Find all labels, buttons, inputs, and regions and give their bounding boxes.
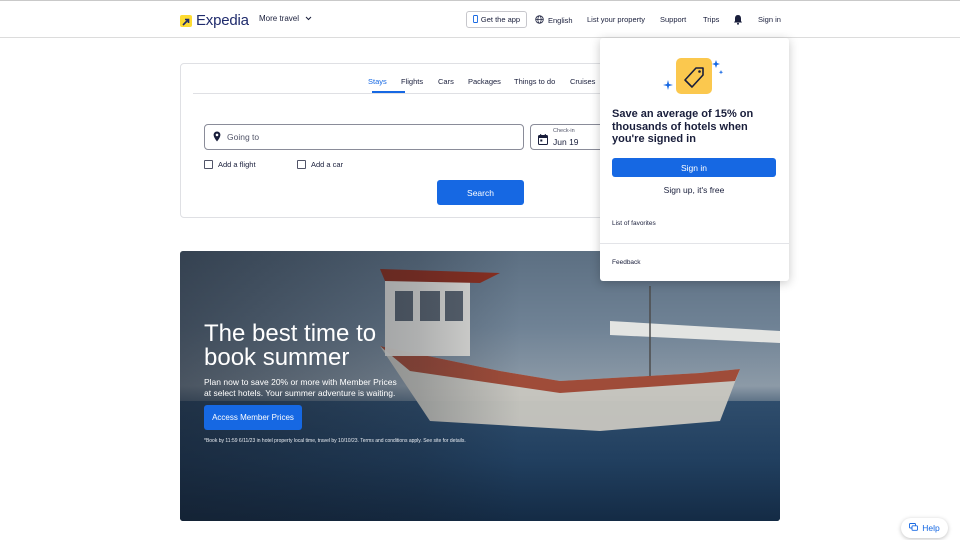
calendar-icon xyxy=(538,132,548,150)
phone-icon xyxy=(472,14,478,25)
hero-subtitle: Plan now to save 20% or more with Member… xyxy=(204,377,397,398)
language-label: English xyxy=(548,16,573,25)
support-link[interactable]: Support xyxy=(660,15,686,24)
popover-divider xyxy=(600,243,789,244)
help-button[interactable]: Help xyxy=(901,518,948,538)
expedia-logo[interactable]: Expedia xyxy=(180,12,249,29)
bell-icon[interactable] xyxy=(733,14,743,25)
list-property-link[interactable]: List your property xyxy=(587,15,645,24)
tab-flights[interactable]: Flights xyxy=(401,77,423,86)
add-flight-option[interactable]: Add a flight xyxy=(204,160,256,169)
chevron-down-icon xyxy=(305,14,312,23)
hero-title: The best time to book summer xyxy=(204,320,377,371)
sign-in-link[interactable]: Sign in xyxy=(758,15,781,24)
popover-title: Save an average of 15% on thousands of h… xyxy=(612,108,754,145)
map-pin-icon xyxy=(213,131,221,144)
get-app-button[interactable]: Get the app xyxy=(466,11,527,28)
favorites-link[interactable]: List of favorites xyxy=(612,220,656,227)
brand-name: Expedia xyxy=(196,12,249,29)
tab-packages[interactable]: Packages xyxy=(468,77,501,86)
going-to-input[interactable]: Going to xyxy=(204,124,524,150)
add-flight-label: Add a flight xyxy=(218,160,256,169)
feedback-link[interactable]: Feedback xyxy=(612,259,641,266)
add-car-label: Add a car xyxy=(311,160,344,169)
hero-banner: The best time to book summer Plan now to… xyxy=(180,251,780,521)
going-to-placeholder: Going to xyxy=(227,132,260,142)
help-label: Help xyxy=(922,523,940,533)
globe-icon xyxy=(535,15,544,26)
add-car-checkbox[interactable] xyxy=(297,160,306,169)
sign-up-link[interactable]: Sign up, it's free xyxy=(612,185,776,195)
active-tab-indicator xyxy=(372,91,405,93)
language-selector[interactable]: English xyxy=(535,15,573,26)
sign-in-popover: Save an average of 15% on thousands of h… xyxy=(600,38,789,281)
popover-sign-in-button[interactable]: Sign in xyxy=(612,158,776,177)
check-in-field[interactable]: Check-in Jun 19 xyxy=(530,124,610,150)
more-travel-label: More travel xyxy=(259,14,300,23)
tab-cars[interactable]: Cars xyxy=(438,77,454,86)
more-travel-menu[interactable]: More travel xyxy=(259,14,312,23)
tag-sparkle-icon xyxy=(662,56,726,101)
check-in-label: Check-in xyxy=(553,128,575,134)
add-car-option[interactable]: Add a car xyxy=(297,160,343,169)
tab-cruises[interactable]: Cruises xyxy=(570,77,595,86)
expedia-logo-icon xyxy=(180,14,192,27)
hero-fine-print: *Book by 11:59 6/11/23 in hotel property… xyxy=(204,438,466,444)
tab-things-to-do[interactable]: Things to do xyxy=(514,77,555,86)
add-flight-checkbox[interactable] xyxy=(204,160,213,169)
check-in-value: Jun 19 xyxy=(553,137,579,147)
get-app-label: Get the app xyxy=(480,15,521,24)
chat-icon xyxy=(909,523,919,533)
tab-stays[interactable]: Stays xyxy=(368,77,387,86)
site-header: Expedia More travel Get the app English … xyxy=(0,1,960,38)
access-member-prices-button[interactable]: Access Member Prices xyxy=(204,405,302,430)
trips-link[interactable]: Trips xyxy=(703,15,719,24)
search-button[interactable]: Search xyxy=(437,180,524,205)
